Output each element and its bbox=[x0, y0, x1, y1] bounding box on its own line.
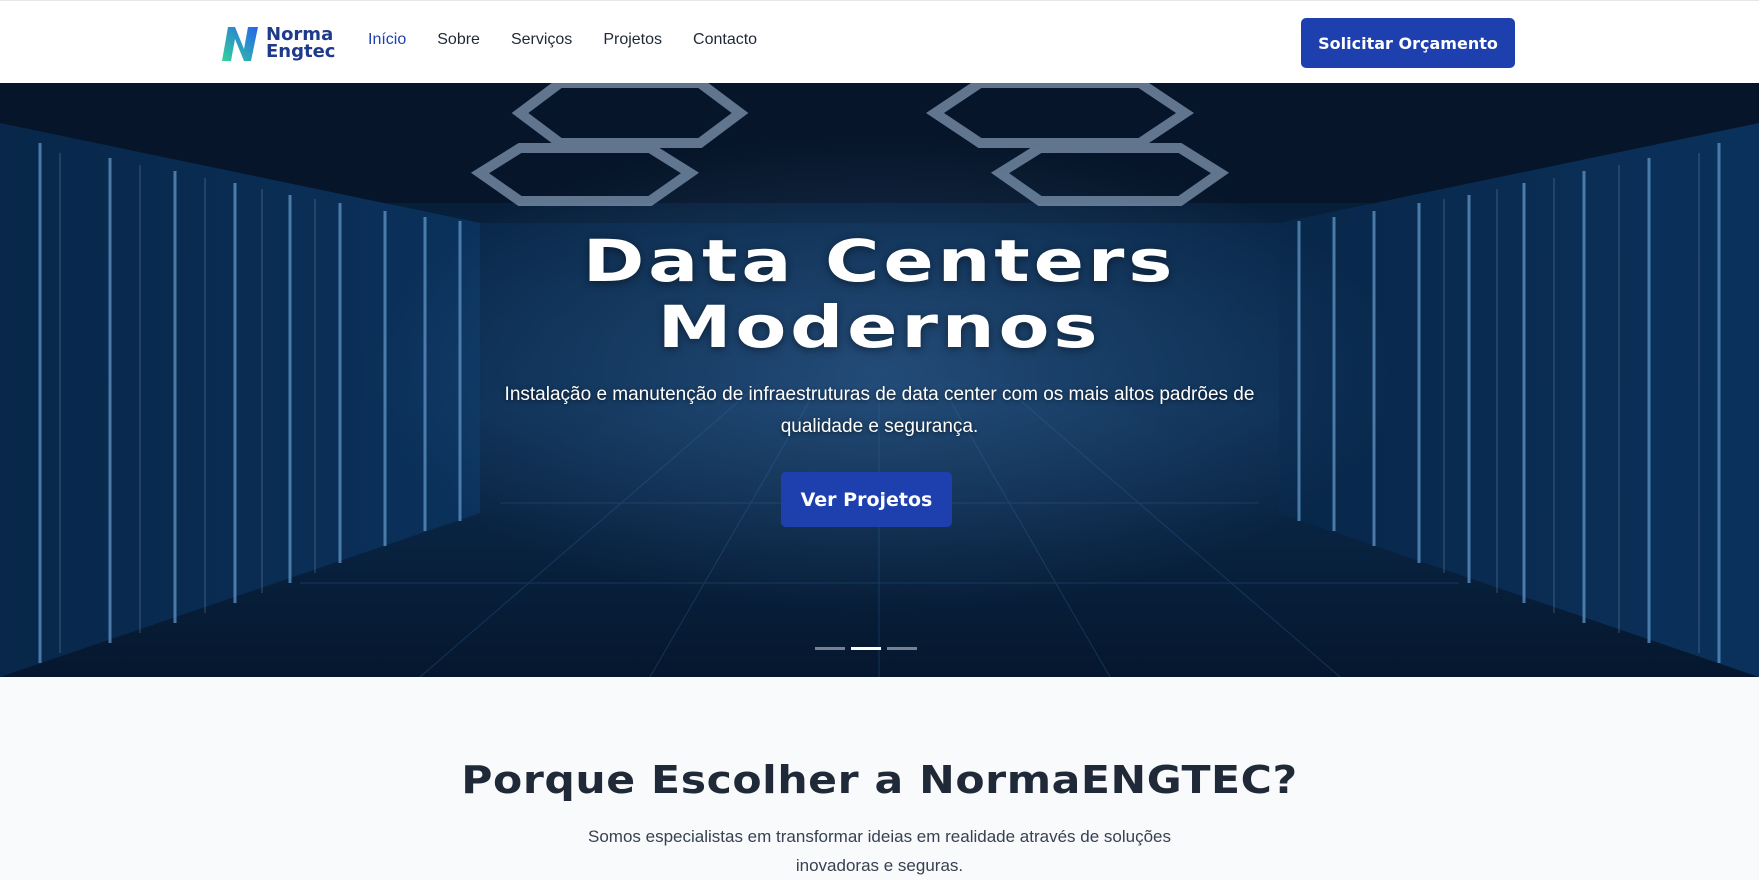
carousel-indicators bbox=[815, 647, 923, 650]
view-projects-button[interactable]: Ver Projetos bbox=[781, 472, 952, 527]
why-title: Porque Escolher a NormaENGTEC? bbox=[461, 758, 1298, 802]
logo[interactable]: Norma Engtec bbox=[218, 21, 335, 65]
logo-wordmark: Norma Engtec bbox=[266, 26, 336, 62]
hero-title: Data Centers Modernos bbox=[0, 228, 1759, 360]
nav-link-servicos[interactable]: Serviços bbox=[511, 31, 572, 49]
nav-link-contacto[interactable]: Contacto bbox=[693, 31, 757, 49]
logo-n-icon bbox=[222, 27, 258, 61]
carousel-dot-1[interactable] bbox=[815, 647, 845, 650]
hero-title-line-1: Data Centers bbox=[582, 227, 1177, 295]
hero-subtitle: Instalação e manutenção de infraestrutur… bbox=[504, 384, 1255, 437]
carousel-dot-2[interactable] bbox=[851, 647, 881, 650]
nav-link-inicio[interactable]: Início bbox=[368, 31, 406, 49]
site-header: Norma Engtec Início Sobre Serviços Proje… bbox=[0, 0, 1759, 83]
hero-carousel: Data Centers Modernos Instalação e manut… bbox=[0, 83, 1759, 677]
logo-line-2: Engtec bbox=[266, 41, 336, 62]
why-subtitle: Somos especialistas em transformar ideia… bbox=[588, 827, 1171, 875]
request-quote-button[interactable]: Solicitar Orçamento bbox=[1301, 18, 1515, 68]
nav-link-sobre[interactable]: Sobre bbox=[437, 31, 480, 49]
main-nav: Início Sobre Serviços Projetos Contacto bbox=[368, 31, 788, 49]
hero-title-line-2: Modernos bbox=[657, 293, 1102, 361]
carousel-dot-3[interactable] bbox=[887, 647, 917, 650]
nav-link-projetos[interactable]: Projetos bbox=[603, 31, 662, 49]
